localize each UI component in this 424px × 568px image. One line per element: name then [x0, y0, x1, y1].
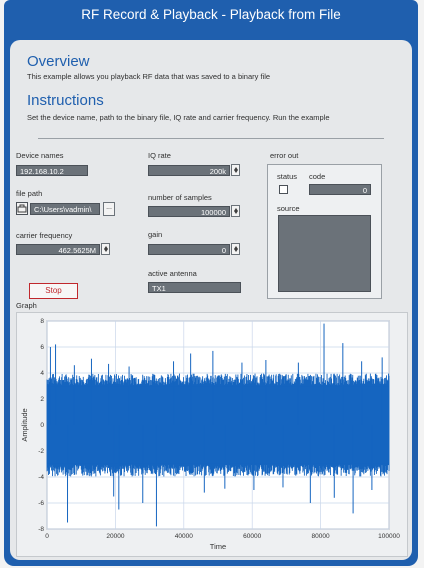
instructions-heading: Instructions [27, 92, 104, 109]
y-tick-label: 2 [40, 396, 44, 403]
gain-field[interactable]: 0 [148, 244, 230, 255]
error-status-checkbox[interactable] [279, 185, 288, 194]
carrier-frequency-field[interactable]: 462.5625M [16, 244, 100, 255]
overview-text: This example allows you playback RF data… [27, 72, 271, 81]
graph-panel: 0 20000 40000 60000 80000 100000 -8 -6 -4 -2 0 2 4 6 8… [16, 312, 408, 557]
gain-spinner[interactable] [231, 243, 240, 255]
x-tick-label: 80000 [312, 533, 330, 540]
y-tick-label: 4 [40, 370, 44, 377]
browse-button[interactable]: ... [103, 202, 115, 216]
iq-rate-spinner[interactable] [231, 164, 240, 176]
error-code-field[interactable]: 0 [309, 184, 371, 195]
x-tick-label: 60000 [243, 533, 261, 540]
iq-rate-field[interactable]: 200k [148, 165, 230, 176]
folder-browse-icon[interactable] [16, 202, 28, 215]
error-status-label: status [277, 172, 298, 181]
y-tick-label: -2 [38, 448, 44, 455]
y-tick-label: 8 [40, 318, 44, 325]
active-antenna-label: active antenna [148, 269, 197, 278]
error-source-field[interactable] [278, 215, 371, 292]
active-antenna-field[interactable]: TX1 [148, 282, 241, 293]
overview-heading: Overview [27, 53, 90, 70]
device-names-label: Device names [16, 151, 64, 160]
error-out-label: error out [270, 151, 299, 160]
stop-button[interactable]: Stop [29, 283, 78, 299]
x-tick-label: 20000 [106, 533, 124, 540]
error-code-label: code [309, 172, 326, 181]
y-tick-label: -4 [38, 474, 44, 481]
x-tick-label: 40000 [175, 533, 193, 540]
number-of-samples-spinner[interactable] [231, 205, 240, 217]
x-axis-label: Time [210, 542, 226, 551]
y-axis-label: Amplitude [20, 408, 29, 441]
carrier-frequency-label: carrier frequency [16, 231, 73, 240]
gain-label: gain [148, 230, 163, 239]
x-tick-label: 100000 [378, 533, 400, 540]
y-tick-label: 6 [40, 344, 44, 351]
instructions-text: Set the device name, path to the binary … [27, 113, 330, 122]
y-tick-label: -6 [38, 500, 44, 507]
carrier-frequency-spinner[interactable] [101, 243, 110, 255]
iq-rate-label: IQ rate [148, 151, 171, 160]
x-tick-label: 0 [45, 533, 49, 540]
window-title: RF Record & Playback - Playback from Fil… [81, 7, 341, 22]
device-names-field[interactable]: 192.168.10.2 [16, 165, 88, 176]
graph-label: Graph [16, 301, 37, 310]
file-path-field[interactable]: C:\Users\vadmin\ [30, 203, 100, 215]
error-source-label: source [277, 204, 300, 213]
number-of-samples-field[interactable]: 100000 [148, 206, 230, 217]
file-path-label: file path [16, 189, 43, 198]
divider [38, 138, 384, 139]
signal-core [47, 386, 389, 464]
waveform-graph[interactable]: 0 20000 40000 60000 80000 100000 -8 -6 -4 -2 0 2 4 6 8… [17, 313, 409, 558]
number-of-samples-label: number of samples [148, 193, 212, 202]
y-tick-label: 0 [40, 422, 44, 429]
y-tick-label: -8 [38, 526, 44, 533]
